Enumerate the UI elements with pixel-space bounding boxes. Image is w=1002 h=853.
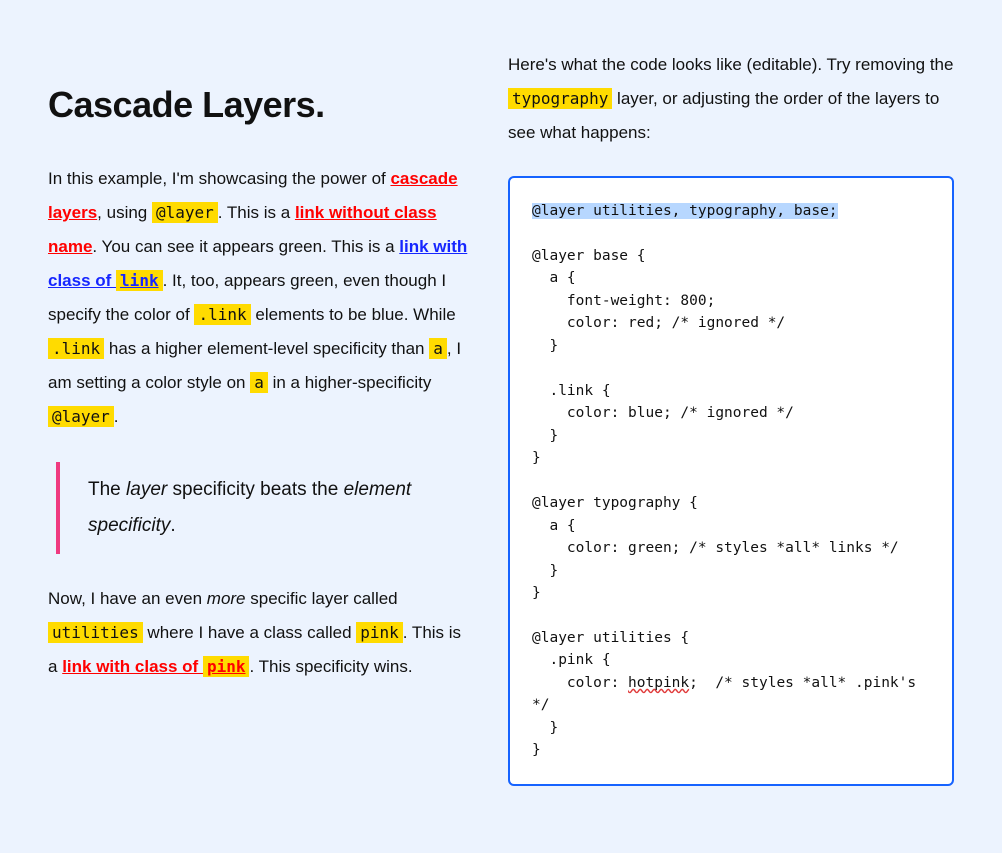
code-line: color: green; /* styles *all* links */ [532,540,899,556]
code-link: link [116,270,163,291]
code-pink: pink [356,622,403,643]
code-hotpink-value: hotpink [628,675,689,691]
code-line-layer-declaration: @layer utilities, typography, base; [532,203,838,219]
code-line: @layer typography { [532,495,698,511]
article-column: Cascade Layers. In this example, I'm sho… [48,48,468,805]
text: The [88,479,126,500]
code-line: a { [532,270,576,286]
page: Cascade Layers. In this example, I'm sho… [0,0,1002,853]
code-line: } [532,720,558,736]
text: Now, I have an even [48,589,207,608]
link-text: link with class of [62,657,203,676]
code-line: @layer utilities { [532,630,689,646]
em-more: more [207,589,246,608]
text: In this example, I'm showcasing the powe… [48,169,390,188]
code-line: color: blue; /* ignored */ [532,405,794,421]
text: has a higher element-level specificity t… [104,339,429,358]
text: . [114,407,119,426]
code-at-layer: @layer [152,202,218,223]
code-line: @layer base { [532,248,646,264]
blockquote: The layer specificity beats the element … [56,462,468,554]
code-a: a [250,372,268,393]
text: . You can see it appears green. This is … [92,237,399,256]
code-editor[interactable]: @layer utilities, typography, base; @lay… [508,176,954,786]
blockquote-text: The layer specificity beats the element … [88,472,468,544]
code-line: .link { [532,383,611,399]
text: elements to be blue. While [251,305,456,324]
text: . This specificity wins. [249,657,412,676]
text: specific layer called [246,589,398,608]
text: specificity beats the [167,479,343,500]
code-line: } [532,428,558,444]
code-a: a [429,338,447,359]
editor-intro: Here's what the code looks like (editabl… [508,48,954,150]
text: in a higher-specificity [268,373,431,392]
code-dot-link: .link [194,304,250,325]
em-layer: layer [126,479,167,500]
code-pink: pink [203,656,250,677]
code-line: } [532,585,541,601]
text: where I have a class called [143,623,357,642]
text: , using [97,203,152,222]
code-line: } [532,338,558,354]
text: . This is a [218,203,295,222]
code-dot-link: .link [48,338,104,359]
paragraph-1: In this example, I'm showcasing the powe… [48,162,468,434]
paragraph-2: Now, I have an even more specific layer … [48,582,468,684]
code-line: color: red; /* ignored */ [532,315,785,331]
code-content[interactable]: @layer utilities, typography, base; @lay… [532,200,930,762]
code-line: } [532,563,558,579]
code-line: color: hotpink; /* styles *all* .pink's … [532,675,925,713]
link-with-class-pink[interactable]: link with class of pink [62,656,249,677]
code-utilities: utilities [48,622,143,643]
code-column: Here's what the code looks like (editabl… [508,48,954,805]
text: . [170,515,175,536]
page-title: Cascade Layers. [48,84,468,126]
code-line: } [532,742,541,758]
code-line: font-weight: 800; [532,293,715,309]
code-line: } [532,450,541,466]
code-typography: typography [508,88,612,109]
text: Here's what the code looks like (editabl… [508,55,953,74]
code-line: .pink { [532,652,611,668]
code-at-layer: @layer [48,406,114,427]
code-line: a { [532,518,576,534]
